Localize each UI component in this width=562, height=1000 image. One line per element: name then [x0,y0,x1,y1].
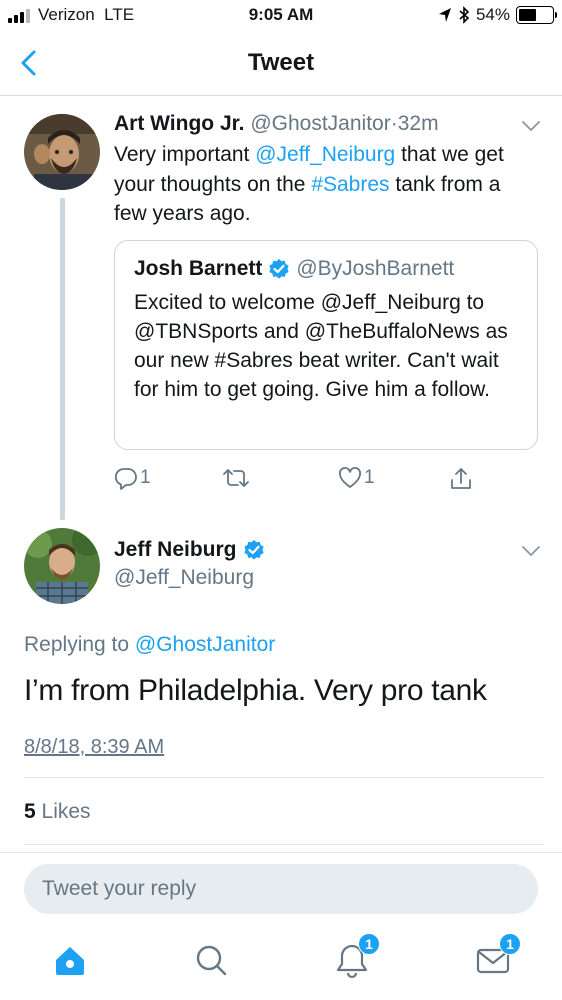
page-title: Tweet [247,49,315,76]
tweet1-mention-link[interactable]: @Jeff_Neiburg [255,143,395,166]
tweet1-text-part: Very important [114,143,256,166]
retweet-button[interactable] [222,466,252,490]
verified-badge-icon [269,259,289,279]
tweet1-author-handle[interactable]: @GhostJanitor [250,112,390,135]
avatar-jeff-neiburg[interactable] [24,528,100,604]
reply-count: 1 [140,467,151,488]
tweet1-actions: 1 1 [114,466,544,494]
replying-to-label: Replying to [24,633,135,656]
quoted-tweet-text: Excited to welcome @Jeff_Neiburg to @TBN… [134,291,508,401]
like-button[interactable]: 1 [338,466,375,490]
tweet1-timestamp: 32m [397,112,439,135]
avatar-image [24,114,100,190]
search-icon [196,945,227,976]
battery-icon [516,6,557,24]
bluetooth-icon [459,6,470,24]
battery-fill [519,9,537,21]
quoted-author-name: Josh Barnett [134,257,263,280]
tweet1-separator: · [390,112,398,135]
replying-to: Replying to @GhostJanitor [24,633,275,657]
heart-icon [339,467,361,488]
reply-input[interactable]: Tweet your reply [24,864,538,914]
tweet1-chevron-down-icon[interactable] [520,119,542,133]
reply-bar-divider [0,852,562,853]
location-icon [438,8,451,22]
divider [24,844,544,845]
notifications-badge: 1 [358,933,380,955]
likes-summary[interactable]: 5 Likes [24,800,91,824]
avatar-art-wingo[interactable] [24,114,100,190]
thread-line [60,198,65,520]
quoted-author-handle: @ByJoshBarnett [296,257,455,280]
share-icon [451,468,471,489]
quoted-tweet[interactable]: Josh Barnett @ByJoshBarnett Excited to w… [114,240,538,450]
messages-badge: 1 [499,933,521,955]
replying-to-link[interactable]: @GhostJanitor [135,633,275,656]
tweet1-text: Very important @Jeff_Neiburg that we get… [114,140,534,229]
tweet1-header: Art Wingo Jr. @GhostJanitor·32m [114,112,439,136]
tweet2-text: I’m from Philadelphia. Very pro tank [24,674,487,707]
tab-bar: 1 1 [0,930,562,1000]
tweet1-hashtag-link[interactable]: #Sabres [311,173,389,196]
tweet2-chevron-down-icon[interactable] [520,544,542,558]
nav-bar: Tweet [0,32,562,96]
tab-search[interactable] [191,940,231,980]
avatar-image [24,528,100,604]
home-icon [56,947,84,975]
tweet2-date[interactable]: 8/8/18, 8:39 AM [24,736,164,759]
divider [24,777,544,778]
likes-count: 5 [24,800,36,823]
tab-home[interactable] [50,940,90,980]
likes-label: Likes [35,800,91,823]
status-right: 54% [438,5,557,25]
reply-button[interactable]: 1 [114,466,151,490]
share-button[interactable] [448,466,474,492]
status-bar: Verizon LTE 9:05 AM 54% [0,0,562,32]
tab-messages[interactable]: 1 [473,933,521,980]
tweet2-author: Jeff Neiburg [114,538,265,562]
verified-badge-icon [243,540,264,560]
quoted-tweet-header: Josh Barnett @ByJoshBarnett [134,257,454,281]
tab-notifications[interactable]: 1 [332,933,380,980]
battery-percent: 54% [475,5,510,24]
tweet1-author-name[interactable]: Art Wingo Jr. [114,112,244,135]
tweet2-author-name[interactable]: Jeff Neiburg [114,538,237,562]
reply-icon [114,468,137,490]
retweet-icon [223,469,249,487]
like-count: 1 [364,467,375,488]
tweet2-author-handle[interactable]: @Jeff_Neiburg [114,566,254,590]
